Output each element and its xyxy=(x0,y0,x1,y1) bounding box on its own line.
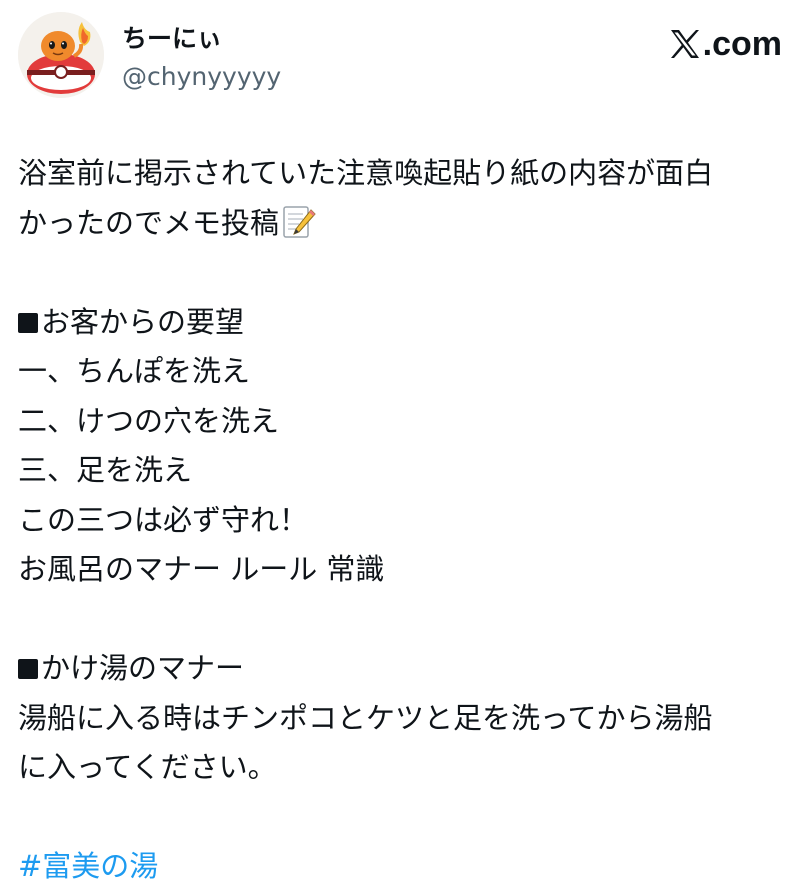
tweet-line-text: お風呂のマナー ルール 常識 xyxy=(18,552,385,586)
x-brand[interactable]: .com xyxy=(669,24,782,64)
user-info: ちーにぃ @chynyyyyy xyxy=(122,22,281,94)
tweet-line-text: かけ湯のマナー xyxy=(41,651,245,685)
tweet-line: 三、足を洗え xyxy=(18,446,782,496)
tweet-line: #富美の湯 xyxy=(18,842,782,892)
user-handle[interactable]: @chynyyyyy xyxy=(122,60,281,94)
tweet-line: お客からの要望 xyxy=(18,298,782,348)
tweet-line-text: 三、足を洗え xyxy=(18,453,193,487)
tweet-header: ちーにぃ @chynyyyyy .com xyxy=(18,12,782,112)
tweet-line: かけ湯のマナー xyxy=(18,644,782,694)
tweet-line: に入ってください。 xyxy=(18,743,782,793)
black-square-icon xyxy=(18,312,38,333)
tweet-line-text: 湯船に入る時はチンポコとケツと足を洗ってから湯船 xyxy=(18,700,713,735)
tweet-line: 浴室前に掲示されていた注意喚起貼り紙の内容が面白 xyxy=(18,149,782,199)
tweet-line-text: に入ってください。 xyxy=(18,750,277,784)
brand-label: .com xyxy=(702,25,782,63)
tweet-line: 二、けつの穴を洗え xyxy=(18,397,782,447)
tweet-text: 浴室前に掲示されていた注意喚起貼り紙の内容が面白 かったのでメモ投稿 お客からの… xyxy=(18,149,782,892)
tweet-line: この三つは必ず守れ！ xyxy=(18,496,782,546)
avatar[interactable] xyxy=(18,12,104,98)
hashtag-link[interactable]: #富美の湯 xyxy=(18,849,158,883)
tweet-line-text: お客からの要望 xyxy=(41,304,245,339)
tweet-line-text: 一、ちんぽを洗え xyxy=(18,354,251,388)
tweet-line: 湯船に入る時はチンポコとケツと足を洗ってから湯船 xyxy=(18,694,782,744)
tweet-line: 一、ちんぽを洗え xyxy=(18,347,782,397)
tweet-line-text: 浴室前に掲示されていた注意喚起貼り紙の内容が面白 xyxy=(18,156,714,190)
tweet-line: お風呂のマナー ルール 常識 xyxy=(18,545,782,595)
memo-icon xyxy=(283,205,316,238)
x-logo-icon xyxy=(670,30,699,58)
tweet-line-text: 二、けつの穴を洗え xyxy=(18,403,280,438)
display-name[interactable]: ちーにぃ xyxy=(122,22,281,56)
avatar-image xyxy=(18,12,104,98)
tweet-line-text: この三つは必ず守れ！ xyxy=(18,502,309,537)
black-square-icon xyxy=(18,659,38,679)
tweet-line: かったのでメモ投稿 xyxy=(18,199,782,249)
tweet-line-text: かったのでメモ投稿 xyxy=(18,205,280,240)
